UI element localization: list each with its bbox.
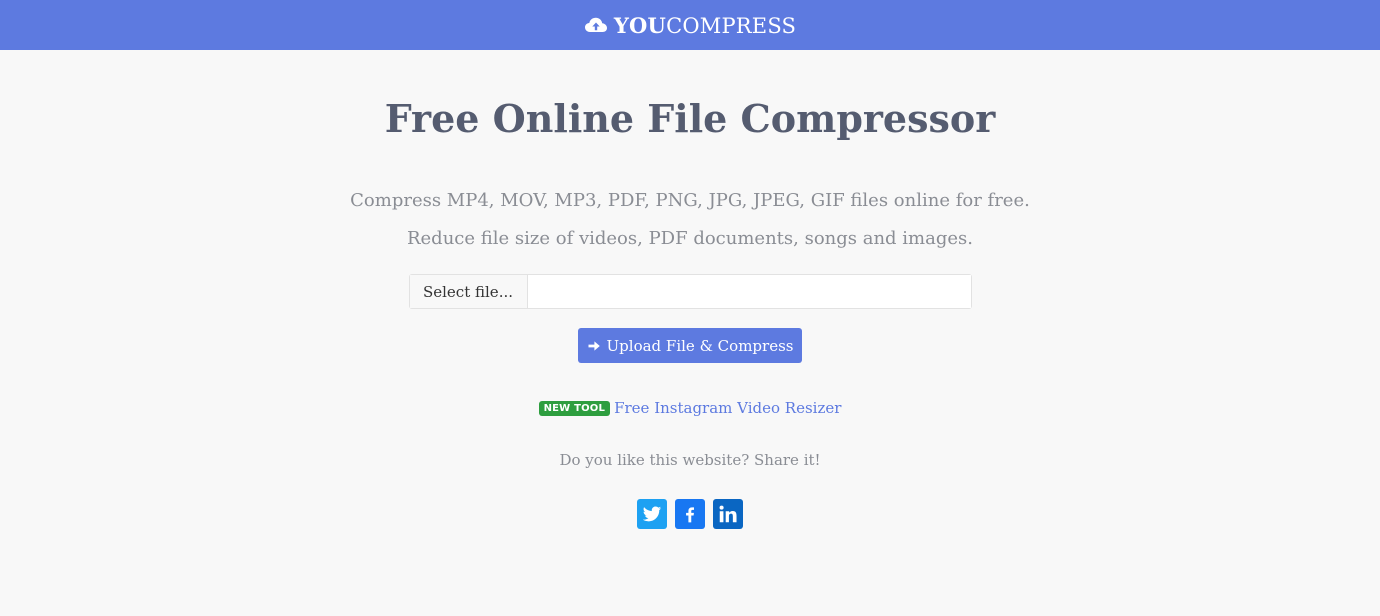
description-line-1: Compress MP4, MOV, MP3, PDF, PNG, JPG, J…	[350, 190, 1030, 211]
cloud-upload-icon	[584, 15, 608, 35]
linkedin-icon	[717, 503, 739, 525]
description: Compress MP4, MOV, MP3, PDF, PNG, JPG, J…	[350, 182, 1030, 258]
facebook-share-button[interactable]	[675, 499, 705, 529]
twitter-icon	[641, 504, 663, 524]
page-title: Free Online File Compressor	[384, 96, 996, 141]
file-name-field[interactable]	[527, 275, 971, 308]
linkedin-share-button[interactable]	[713, 499, 743, 529]
file-picker: Select file...	[408, 274, 972, 309]
twitter-share-button[interactable]	[637, 499, 667, 529]
share-prompt: Do you like this website? Share it!	[559, 451, 821, 469]
brand-logo[interactable]: YOUCOMPRESS	[584, 13, 796, 38]
description-line-2: Reduce file size of videos, PDF document…	[406, 228, 973, 249]
social-share-buttons	[637, 499, 743, 529]
new-tool-badge: NEW TOOL	[538, 400, 611, 416]
main-content: Free Online File Compressor Compress MP4…	[0, 50, 1380, 529]
brand-name-thin: COMPRESS	[666, 13, 797, 38]
top-bar: YOUCOMPRESS	[0, 0, 1380, 50]
new-tool-row: NEW TOOL Free Instagram Video Resizer	[538, 399, 841, 417]
select-file-button[interactable]: Select file...	[409, 275, 528, 308]
upload-compress-button[interactable]: Upload File & Compress	[578, 328, 802, 363]
arrow-right-icon	[587, 339, 601, 353]
facebook-icon	[680, 503, 700, 525]
brand-name-bold: YOU	[613, 12, 667, 38]
upload-button-label: Upload File & Compress	[606, 336, 794, 355]
instagram-resizer-link[interactable]: Free Instagram Video Resizer	[614, 399, 841, 417]
